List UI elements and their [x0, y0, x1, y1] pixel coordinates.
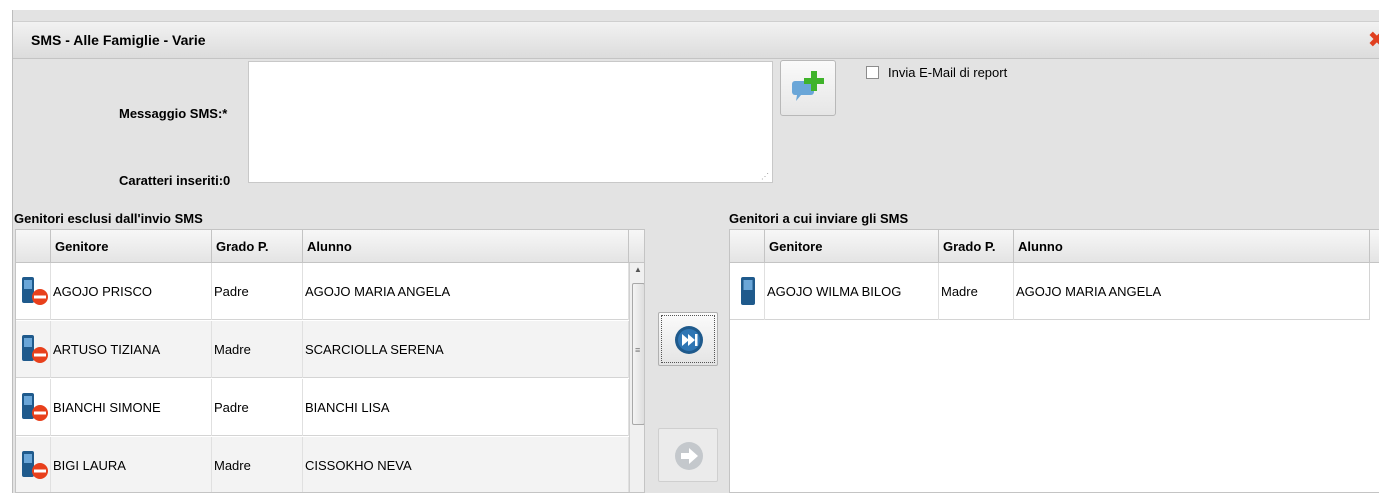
- alunno-cell: SCARCIOLLA SERENA: [303, 321, 629, 378]
- table-row[interactable]: BIGI LAURA Madre CISSOKHO NEVA: [16, 437, 629, 492]
- arrow-right-icon: [675, 442, 703, 470]
- chars-count-value: 0: [223, 173, 231, 188]
- excluded-section-title: Genitori esclusi dall'invio SMS: [14, 211, 203, 226]
- column-grado[interactable]: Grado P.: [212, 230, 303, 263]
- table-row[interactable]: BIANCHI SIMONE Padre BIANCHI LISA: [16, 379, 629, 436]
- grip-icon: ≡: [635, 345, 641, 355]
- phone-blocked-icon: [22, 335, 48, 363]
- row-icon-cell: [730, 263, 765, 320]
- column-genitore[interactable]: Genitore: [765, 230, 939, 263]
- phone-blocked-icon: [22, 393, 48, 421]
- message-label: Messaggio SMS:*: [119, 106, 228, 121]
- email-report-label: Invia E-Mail di report: [888, 65, 1008, 80]
- phone-blocked-icon: [22, 451, 48, 479]
- icon-column-header: [16, 230, 51, 263]
- excluded-grid: Genitore Grado P. Alunno AGOJO PRISCO Pa…: [15, 229, 645, 493]
- row-icon-cell: [16, 263, 51, 320]
- grado-cell: Madre: [939, 263, 1014, 320]
- move-all-button[interactable]: [658, 312, 718, 366]
- move-one-button[interactable]: [658, 428, 718, 482]
- add-template-button[interactable]: [780, 60, 836, 116]
- alunno-cell: BIANCHI LISA: [303, 379, 629, 436]
- column-genitore[interactable]: Genitore: [51, 230, 212, 263]
- dialog-title: SMS - Alle Famiglie - Varie: [31, 32, 206, 48]
- scrollbar-thumb[interactable]: ≡: [632, 283, 644, 425]
- resize-grip-icon[interactable]: ⋰: [761, 172, 769, 181]
- grado-cell: Madre: [212, 321, 303, 378]
- table-row[interactable]: AGOJO WILMA BILOG Madre AGOJO MARIA ANGE…: [730, 263, 1370, 320]
- phone-blocked-icon: [22, 277, 48, 305]
- row-icon-cell: [16, 437, 51, 492]
- genitore-cell: BIGI LAURA: [51, 437, 212, 492]
- close-icon[interactable]: ✖: [1368, 28, 1379, 53]
- grado-cell: Padre: [212, 379, 303, 436]
- alunno-cell: AGOJO MARIA ANGELA: [303, 263, 629, 320]
- column-alunno[interactable]: Alunno: [1014, 230, 1370, 263]
- grado-cell: Padre: [212, 263, 303, 320]
- alunno-cell: AGOJO MARIA ANGELA: [1016, 284, 1162, 299]
- dialog-titlebar: SMS - Alle Famiglie - Varie ✖: [13, 21, 1379, 59]
- column-alunno[interactable]: Alunno: [303, 230, 629, 263]
- row-icon-cell: [16, 379, 51, 436]
- chars-count-text: Caratteri inseriti:: [119, 173, 224, 188]
- phone-icon: [741, 277, 755, 305]
- icon-column-header: [730, 230, 765, 263]
- fast-forward-icon: [675, 326, 703, 354]
- message-textarea[interactable]: ⋰: [248, 61, 773, 183]
- table-row[interactable]: ARTUSO TIZIANA Madre SCARCIOLLA SERENA: [16, 321, 629, 378]
- scroll-up-icon[interactable]: ▲: [634, 265, 642, 274]
- included-grid-header: Genitore Grado P. Alunno: [730, 230, 1379, 263]
- row-icon-cell: [16, 321, 51, 378]
- excluded-grid-header: Genitore Grado P. Alunno: [16, 230, 644, 263]
- included-grid: Genitore Grado P. Alunno AGOJO WILMA BIL…: [729, 229, 1379, 493]
- column-grado[interactable]: Grado P.: [939, 230, 1014, 263]
- alunno-cell: CISSOKHO NEVA: [303, 437, 629, 492]
- genitore-cell: ARTUSO TIZIANA: [51, 321, 212, 378]
- sms-dialog: SMS - Alle Famiglie - Varie ✖ Messaggio …: [12, 10, 1379, 493]
- included-section-title: Genitori a cui inviare gli SMS: [729, 211, 909, 226]
- genitore-cell: AGOJO WILMA BILOG: [765, 263, 939, 320]
- genitore-cell: AGOJO PRISCO: [51, 263, 212, 320]
- speech-bubble-plus-icon: [792, 71, 824, 101]
- grado-cell: Madre: [212, 437, 303, 492]
- excluded-scrollbar[interactable]: ▲ ≡: [629, 263, 644, 492]
- table-row[interactable]: AGOJO PRISCO Padre AGOJO MARIA ANGELA: [16, 263, 629, 320]
- genitore-cell: BIANCHI SIMONE: [51, 379, 212, 436]
- chars-count-label: Caratteri inseriti:0: [119, 173, 230, 188]
- email-report-checkbox[interactable]: [866, 66, 879, 79]
